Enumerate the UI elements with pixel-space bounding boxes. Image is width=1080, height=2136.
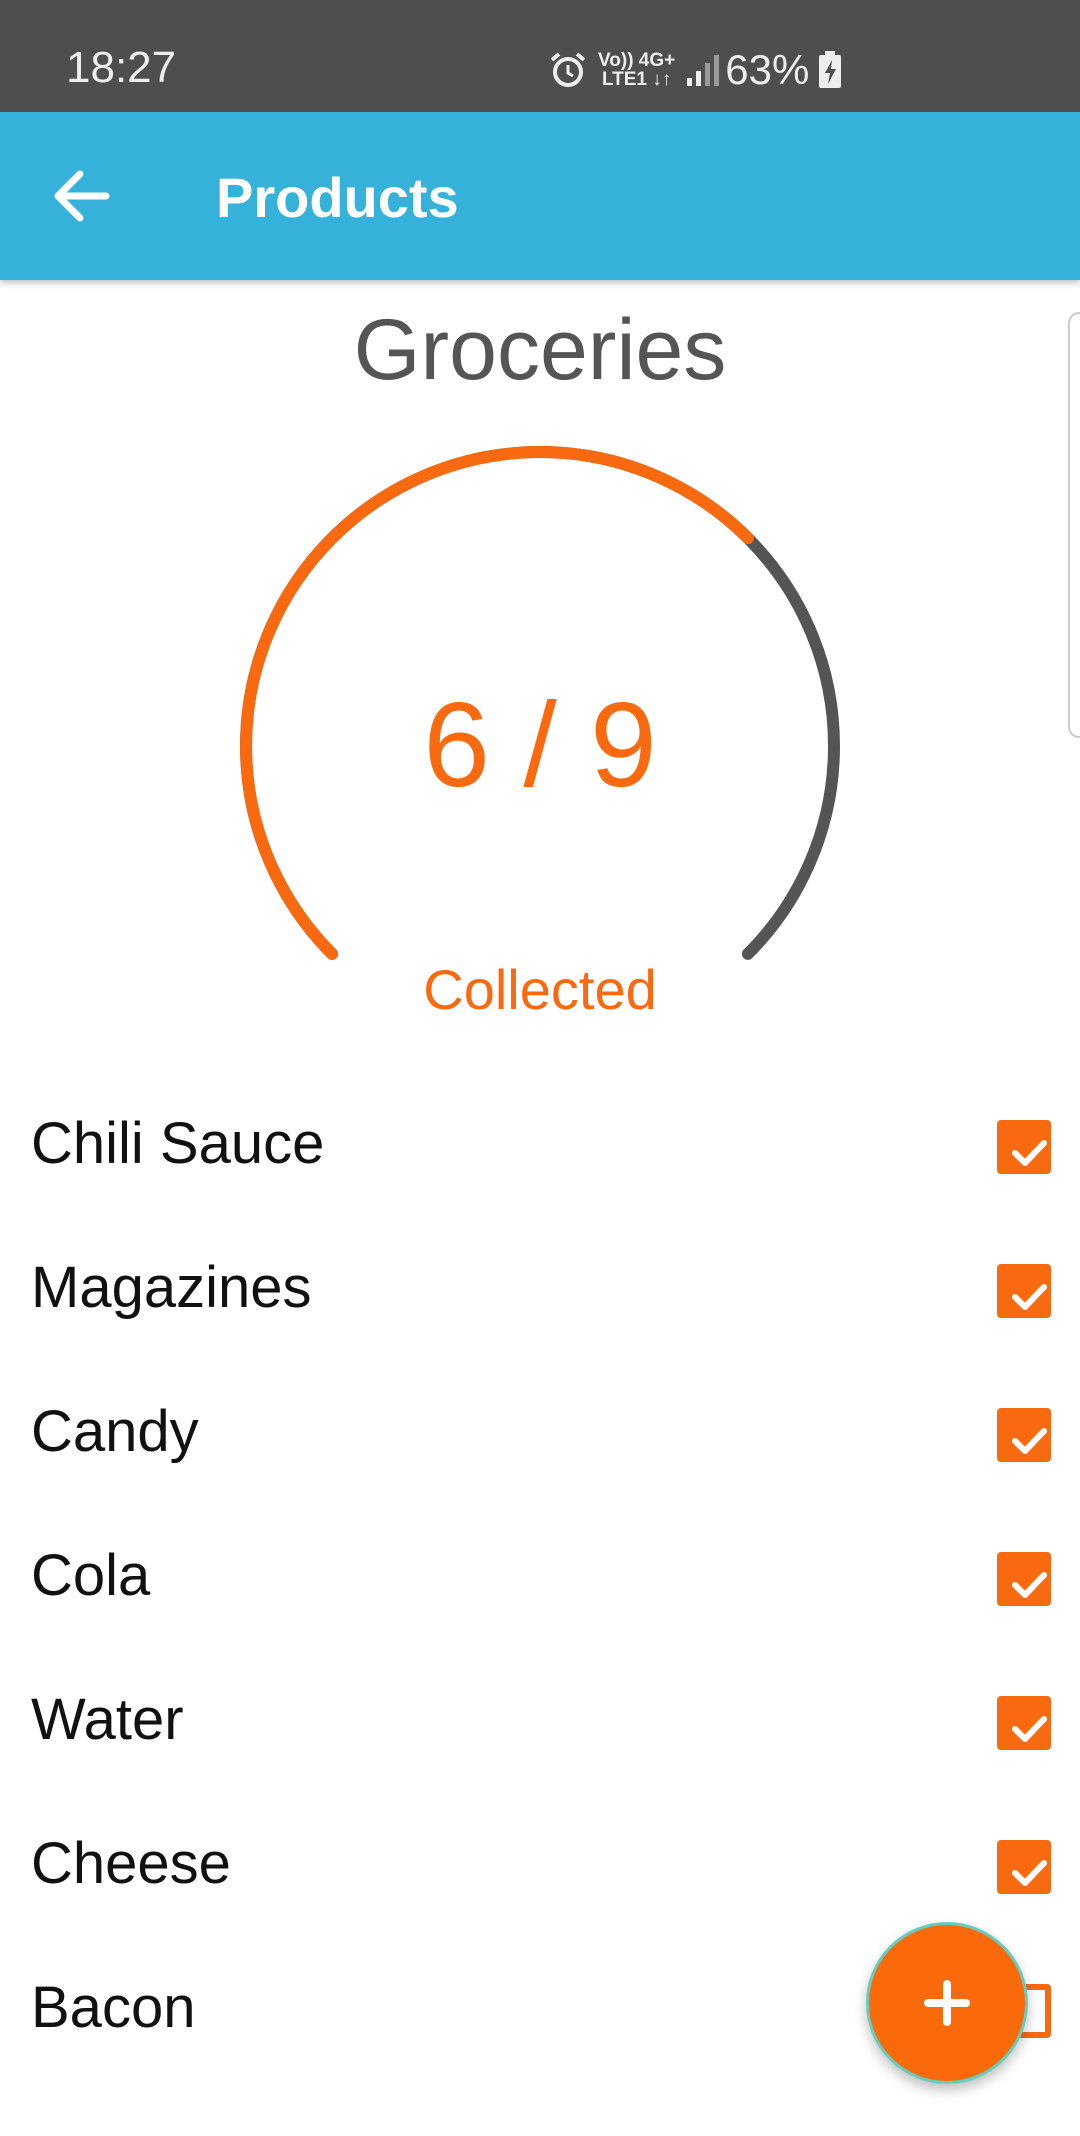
checkmark-icon xyxy=(1012,1140,1047,1166)
alarm-icon xyxy=(550,52,586,87)
product-name: Magazines xyxy=(31,1255,312,1320)
signal-icon xyxy=(687,55,720,86)
status-icons: Vo)) 4G+ LTE1 ↓↑ 63% xyxy=(548,44,843,96)
product-checkbox[interactable] xyxy=(997,1264,1051,1318)
checkmark-icon xyxy=(1012,1284,1047,1310)
status-bar: 18:27 Vo)) 4G+ LTE1 ↓↑ 63% xyxy=(0,0,1080,112)
checkmark-icon xyxy=(1012,1716,1047,1742)
add-product-button[interactable] xyxy=(866,1922,1028,2084)
collected-count: 6 / 9 xyxy=(423,678,657,812)
network-line-1: Vo)) 4G+ xyxy=(598,50,676,71)
checkmark-icon xyxy=(1012,1860,1047,1886)
arrow-left-icon xyxy=(54,170,110,222)
network-line-2: LTE1 ↓↑ xyxy=(601,69,672,90)
network-indicator: Vo)) 4G+ LTE1 ↓↑ xyxy=(598,51,675,89)
product-row[interactable]: Magazines xyxy=(0,1216,1080,1360)
collected-label: Collected xyxy=(423,958,657,1021)
product-name: Candy xyxy=(31,1399,199,1464)
product-checkbox[interactable] xyxy=(997,1408,1051,1462)
product-row[interactable]: Cheese xyxy=(0,1792,1080,1936)
product-checkbox[interactable] xyxy=(997,1696,1051,1750)
app-bar: Products xyxy=(0,112,1080,280)
checkmark-icon xyxy=(1012,1428,1047,1454)
product-checkbox[interactable] xyxy=(997,1120,1051,1174)
product-row[interactable]: Chili Sauce xyxy=(0,1072,1080,1216)
product-row[interactable]: Candy xyxy=(0,1360,1080,1504)
app-title: Products xyxy=(216,166,459,229)
product-row[interactable]: Water xyxy=(0,1648,1080,1792)
plus-icon xyxy=(924,1980,970,2026)
product-row[interactable]: Cola xyxy=(0,1504,1080,1648)
product-name: Cola xyxy=(31,1543,151,1608)
product-name: Water xyxy=(31,1687,184,1752)
product-checkbox[interactable] xyxy=(997,1840,1051,1894)
edge-panel-handle[interactable] xyxy=(1068,312,1080,738)
checkmark-icon xyxy=(1012,1572,1047,1598)
status-time: 18:27 xyxy=(66,43,177,92)
battery-percent: 63% xyxy=(725,46,810,93)
product-name: Chili Sauce xyxy=(31,1111,325,1176)
product-checkbox[interactable] xyxy=(997,1552,1051,1606)
battery-charging-icon xyxy=(819,51,842,88)
product-name: Cheese xyxy=(31,1831,231,1896)
back-button[interactable] xyxy=(44,158,120,234)
product-name: Bacon xyxy=(31,1975,196,2040)
list-title: Groceries xyxy=(353,302,727,398)
